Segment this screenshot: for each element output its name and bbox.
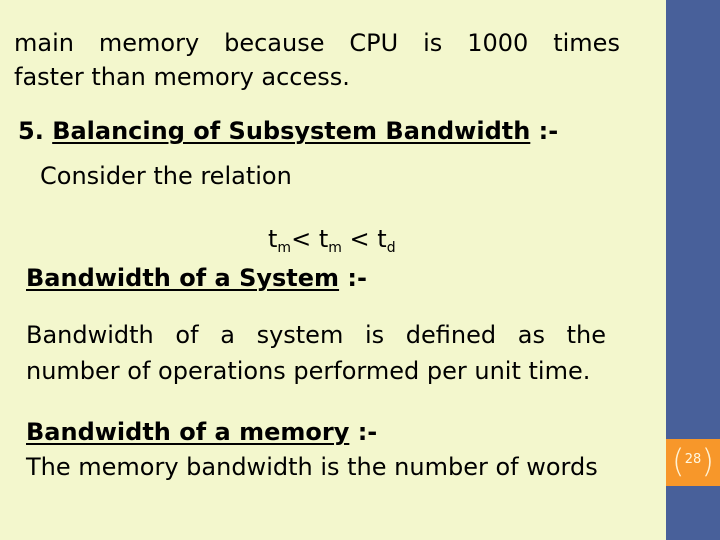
heading-suffix: :-: [357, 418, 378, 446]
subscript: m: [328, 240, 342, 256]
subscript: d: [386, 240, 396, 256]
operator: <: [291, 225, 312, 253]
word: the: [566, 321, 606, 349]
word: CPU: [349, 29, 399, 57]
system-bandwidth-heading: Bandwidth of a System: [26, 264, 340, 292]
word: defined: [405, 321, 497, 349]
relation-formula: tm< tm < td: [268, 224, 396, 263]
section5-intro: Consider the relation: [40, 162, 292, 190]
section5-heading-line: 5. Balancing of Subsystem Bandwidth :-: [18, 116, 558, 146]
word: as: [517, 321, 545, 349]
memory-bandwidth-line1: The memory bandwidth is the number of wo…: [26, 453, 598, 481]
subscript: m: [277, 240, 292, 256]
system-bandwidth-heading-line: Bandwidth of a System :-: [26, 263, 367, 293]
term: t: [377, 225, 387, 253]
word: is: [423, 29, 443, 57]
heading-suffix: :-: [538, 117, 559, 145]
operator: <: [349, 225, 370, 253]
term: t: [318, 225, 329, 253]
section-number: 5.: [18, 117, 44, 145]
word: because: [224, 29, 325, 57]
memory-bandwidth-heading-line: Bandwidth of a memory :-: [26, 417, 377, 447]
para1-line1: main memory because CPU is 1000 times: [14, 28, 620, 58]
system-bandwidth-line2: number of operations performed per unit …: [26, 357, 591, 385]
word: system: [256, 321, 344, 349]
word: of: [175, 321, 199, 349]
slide-number-badge: ( 28 ): [666, 439, 720, 486]
para1-line2: faster than memory access.: [14, 63, 350, 91]
right-bracket-icon: ): [701, 442, 714, 480]
word: Bandwidth: [26, 321, 154, 349]
memory-bandwidth-heading: Bandwidth of a memory: [26, 418, 350, 446]
word: a: [220, 321, 235, 349]
word: memory: [98, 29, 200, 57]
section5-heading: Balancing of Subsystem Bandwidth: [52, 117, 531, 145]
word: 1000: [467, 29, 529, 57]
word: is: [364, 321, 385, 349]
word: times: [553, 29, 620, 57]
slide-content: main memory because CPU is 1000 times fa…: [0, 0, 666, 540]
system-bandwidth-line1: Bandwidth of a system is defined as the: [26, 320, 606, 350]
term: t: [268, 225, 278, 253]
word: main: [14, 29, 74, 57]
heading-suffix: :-: [347, 264, 367, 292]
